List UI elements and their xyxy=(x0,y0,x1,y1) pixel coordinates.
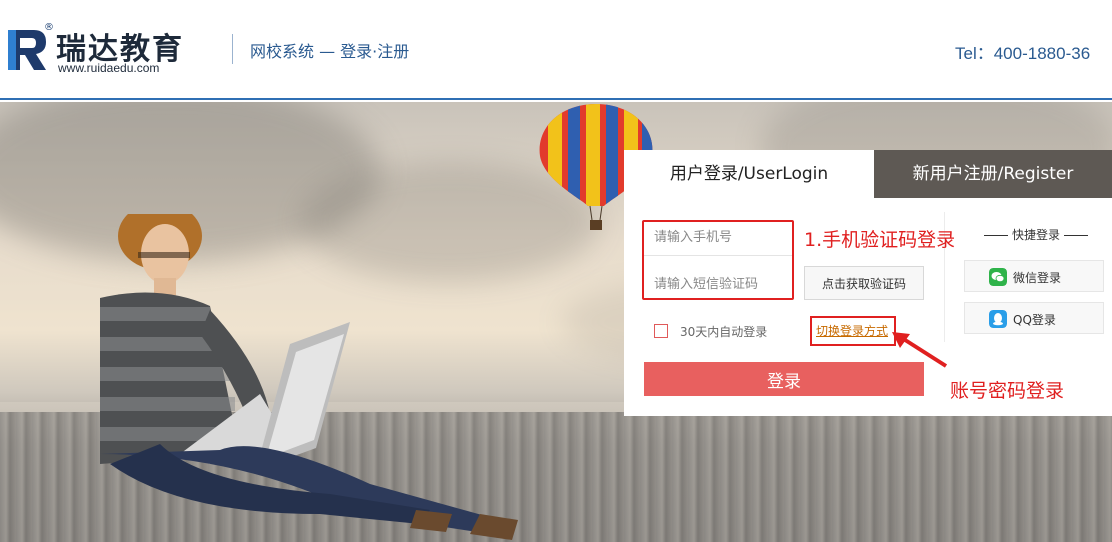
page-title: 网校系统 — 登录·注册 xyxy=(250,42,410,61)
annotation-password-login: 账号密码登录 xyxy=(950,380,1065,402)
tab-user-login[interactable]: 用户登录/UserLogin xyxy=(624,150,874,198)
dash-left xyxy=(984,235,1008,236)
remember-checkbox[interactable] xyxy=(654,324,668,338)
wechat-icon xyxy=(989,268,1007,286)
wechat-login-label: 微信登录 xyxy=(1013,271,1062,285)
get-sms-code-button[interactable]: 点击获取验证码 xyxy=(804,266,924,300)
qq-login-button[interactable]: QQ登录 xyxy=(964,302,1104,334)
login-button[interactable]: 登录 xyxy=(644,362,924,396)
annotation-highlight-switch xyxy=(810,316,896,346)
logo-url: www.ruidaedu.com xyxy=(58,61,160,75)
ruida-logo-icon[interactable] xyxy=(6,26,48,72)
quick-login-heading: 快捷登录 xyxy=(980,226,1092,243)
site-header: ® 瑞达教育 www.ruidaedu.com 网校系统 — 登录·注册 Tel… xyxy=(0,0,1112,100)
wechat-login-button[interactable]: 微信登录 xyxy=(964,260,1104,292)
student-with-laptop-image xyxy=(100,214,518,540)
annotation-highlight-inputs xyxy=(642,220,794,300)
tab-register[interactable]: 新用户注册/Register xyxy=(874,150,1112,198)
registered-mark: ® xyxy=(44,22,54,33)
qq-icon xyxy=(989,310,1007,328)
quick-login-label: 快捷登录 xyxy=(1012,228,1061,242)
dash-right xyxy=(1064,235,1089,236)
annotation-sms-login: 1.手机验证码登录 xyxy=(804,229,956,251)
qq-login-label: QQ登录 xyxy=(1013,313,1056,327)
header-divider xyxy=(232,34,233,64)
remember-label: 30天内自动登录 xyxy=(680,325,768,339)
arrow-icon xyxy=(892,332,948,368)
hotline: Tel：400-1880-36 xyxy=(955,44,1091,63)
